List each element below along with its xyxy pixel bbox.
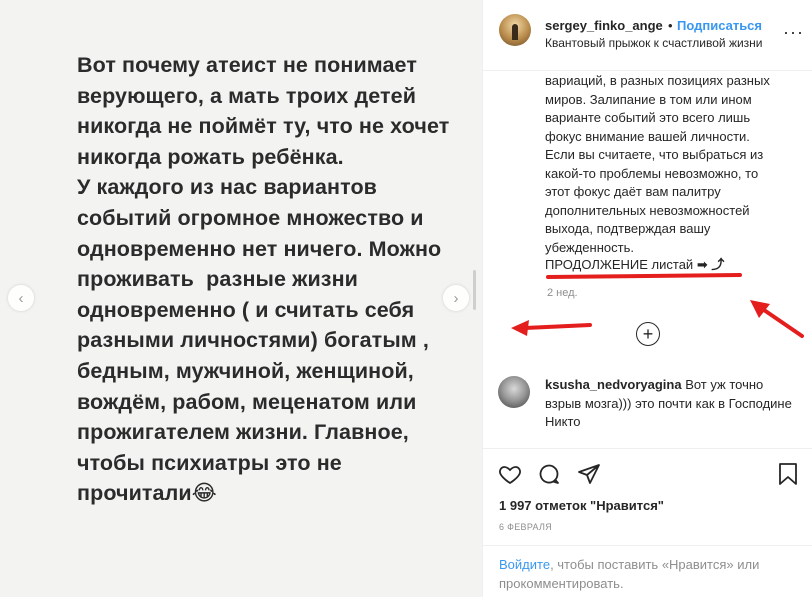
comment-avatar[interactable] [498, 376, 530, 408]
post-media[interactable]: Вот почему атеист не понимает верующего,… [0, 0, 482, 597]
login-link[interactable]: Войдите [499, 557, 550, 572]
load-more-comments-icon[interactable]: + [636, 322, 660, 346]
post-time[interactable]: 2 нед. [547, 287, 578, 299]
login-prompt: Войдите, чтобы поставить «Нравится» или … [483, 545, 812, 591]
comment-username[interactable]: ksusha_nedvoryagina [545, 377, 682, 392]
continue-text: ПРОДОЛЖЕНИЕ листай [545, 257, 694, 272]
instagram-post: Вот почему атеист не понимает верующего,… [0, 0, 812, 597]
red-arrow-left-icon [511, 320, 592, 336]
avatar[interactable] [499, 14, 531, 46]
media-text: Вот почему атеист не понимает верующего,… [77, 53, 450, 506]
share-icon[interactable] [576, 461, 602, 487]
author-subtitle: Квантовый прыжок к счастливой жизни [545, 36, 763, 50]
more-icon[interactable]: ··· [783, 22, 804, 43]
login-text: Войдите, чтобы поставить «Нравится» или … [499, 556, 799, 593]
heart-icon[interactable] [497, 461, 523, 487]
chevron-right-icon[interactable]: › [443, 285, 469, 311]
red-underline [545, 272, 743, 280]
post-date: 6 ФЕВРАЛЯ [499, 522, 553, 532]
chevron-left-icon[interactable]: ‹ [8, 285, 34, 311]
follow-button[interactable]: Подписаться [677, 18, 762, 33]
bookmark-icon[interactable] [775, 461, 801, 487]
likes-count[interactable]: 1 997 отметок "Нравится" [499, 498, 664, 513]
caption-text: вариаций, в разных позициях разных миров… [545, 73, 770, 255]
action-bar: 1 997 отметок "Нравится" 6 ФЕВРАЛЯ Войди… [483, 448, 812, 599]
separator: • [668, 18, 673, 33]
author-username[interactable]: sergey_finko_ange [545, 18, 663, 33]
continue-line: ПРОДОЛЖЕНИЕ листай ➡ ⤴ [545, 254, 724, 273]
media-divider [473, 270, 476, 310]
comment: ksusha_nedvoryagina Вот уж точно взрыв м… [545, 376, 801, 432]
comment-icon[interactable] [536, 461, 562, 487]
post-header: sergey_finko_ange • Подписаться Квантовы… [483, 0, 812, 71]
red-arrow-up-left-icon [750, 300, 804, 338]
continue-arrows: ➡ ⤴ [696, 257, 725, 272]
